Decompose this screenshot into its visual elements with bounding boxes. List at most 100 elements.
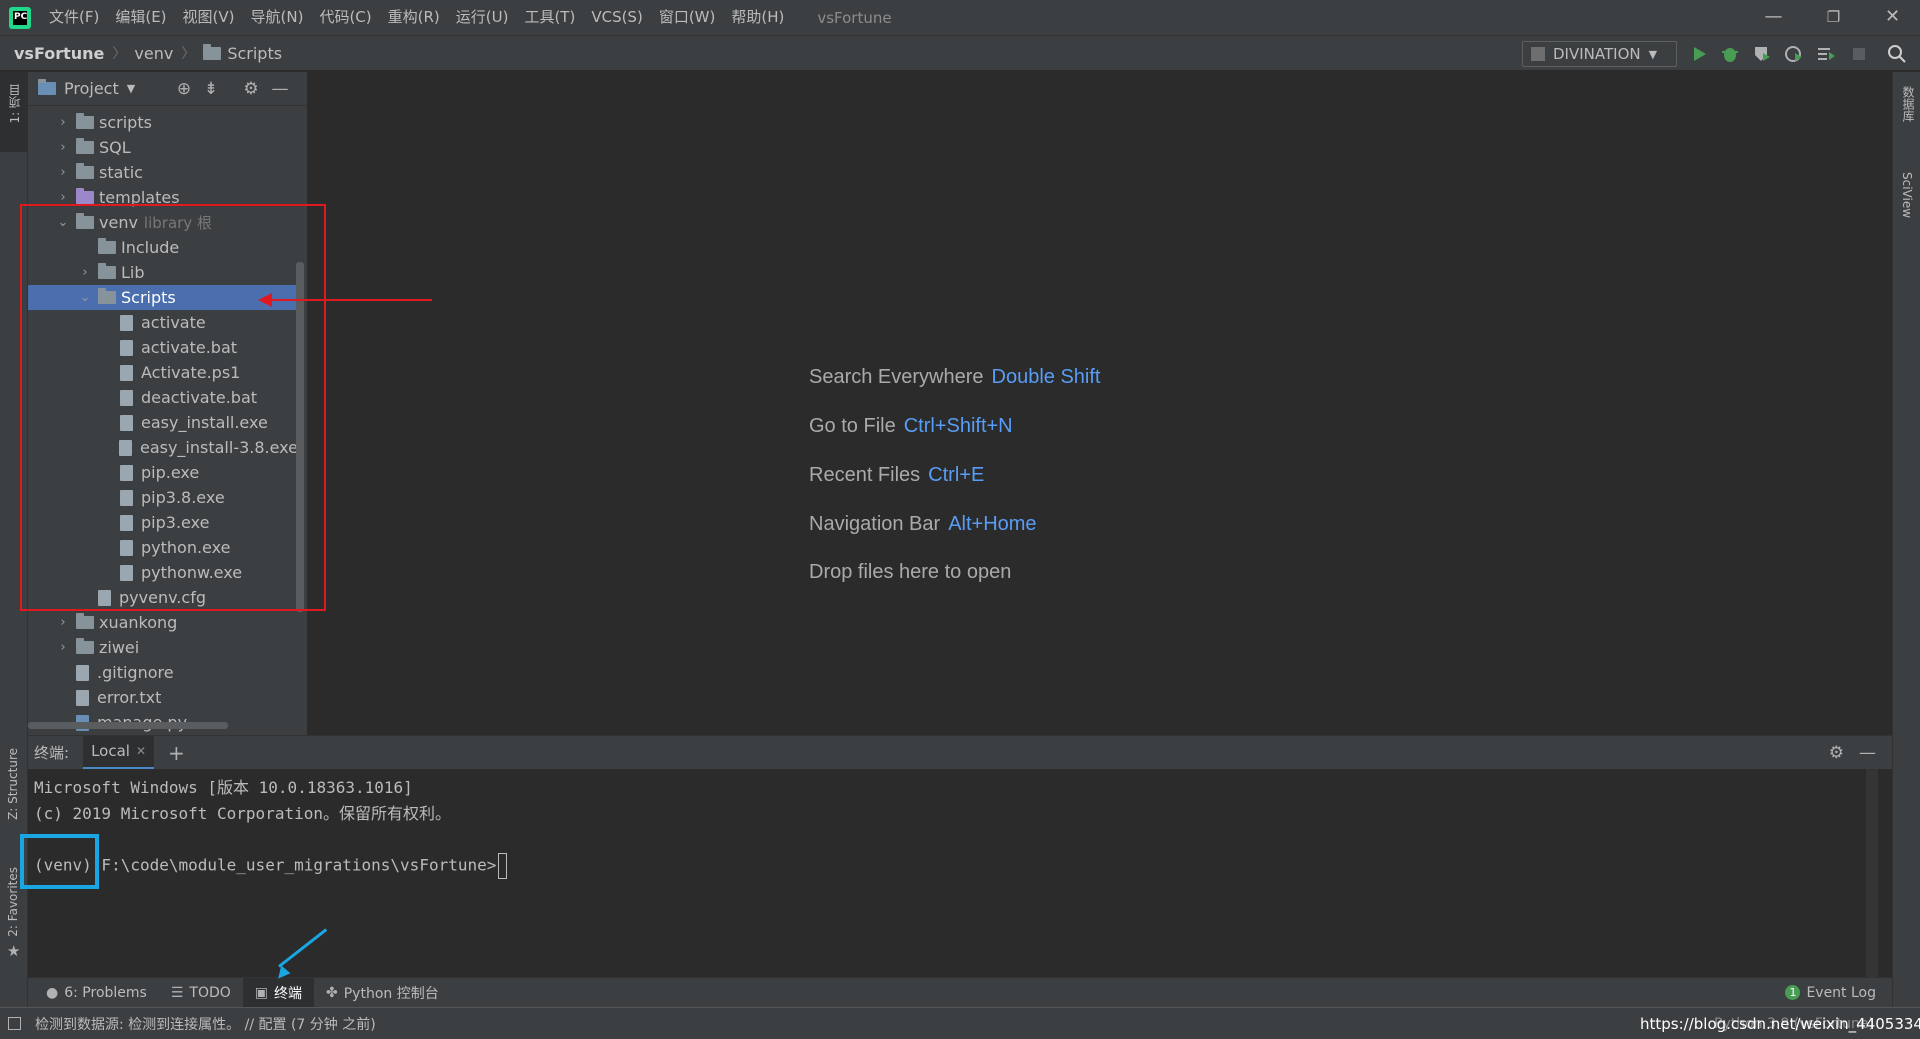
chevron-right-icon[interactable]: › <box>56 640 70 655</box>
favorites-tool-label[interactable]: 2: Favorites <box>6 867 20 937</box>
chevron-right-icon[interactable]: › <box>56 190 70 205</box>
sciview-tool-label[interactable]: SciView <box>1900 172 1914 218</box>
close-icon[interactable]: ✕ <box>1865 0 1920 35</box>
tree-item-label: scripts <box>99 113 152 132</box>
breadcrumb-separator: 〉 <box>112 46 127 62</box>
tool-window-tabs: ● 6: Problems ☰ TODO ▣ 终端 ✤ Python 控制台 1 Eve… <box>28 977 1892 1008</box>
menu-navigate[interactable]: 导航(N) <box>243 0 312 35</box>
chevron-right-icon[interactable]: › <box>56 165 70 180</box>
chevron-down-icon: ▼ <box>1648 47 1658 61</box>
folder-icon <box>76 188 94 204</box>
menu-file[interactable]: 文件(F) <box>41 0 107 35</box>
folder-icon <box>76 163 94 179</box>
tab-label: Python 控制台 <box>343 985 439 1002</box>
project-tool-button[interactable]: 1: 项目 <box>0 72 28 152</box>
folder-icon <box>203 43 222 60</box>
annotation-red-arrowhead <box>258 293 272 307</box>
menu-window[interactable]: 窗口(W) <box>651 0 724 35</box>
run-config-select[interactable]: DIVINATION ▼ <box>1522 41 1677 67</box>
event-count-badge: 1 <box>1785 985 1801 1000</box>
run-icon[interactable] <box>1688 43 1710 65</box>
breadcrumb-separator: 〉 <box>181 46 196 62</box>
pycharm-logo-icon: PC <box>9 6 31 29</box>
project-view-icon <box>38 79 56 95</box>
menu-code[interactable]: 代码(C) <box>311 0 379 35</box>
hide-panel-icon[interactable]: — <box>1859 743 1876 763</box>
menu-run[interactable]: 运行(U) <box>448 0 517 35</box>
tree-item-static[interactable]: › static <box>28 160 298 185</box>
chevron-right-icon[interactable]: › <box>56 615 70 630</box>
file-icon <box>76 689 89 706</box>
run-config-label: DIVINATION <box>1553 45 1641 63</box>
chevron-right-icon[interactable]: › <box>56 140 70 155</box>
django-icon <box>1531 47 1545 61</box>
folder-icon <box>76 638 94 654</box>
hint-navigation-bar: Navigation Bar Alt+Home <box>809 513 1037 536</box>
menu-help[interactable]: 帮助(H) <box>723 0 792 35</box>
run-concurrency-icon[interactable] <box>1815 43 1837 65</box>
tree-item-gitignore[interactable]: .gitignore <box>28 660 298 685</box>
tab-event-log[interactable]: 1 Event Log <box>1773 978 1888 1008</box>
structure-tool-label[interactable]: Z: Structure <box>6 748 20 820</box>
hint-shortcut: Ctrl+Shift+N <box>903 415 1013 437</box>
status-bar: 检测到数据源: 检测到连接属性。 // 配置 (7 分钟 之前) Python … <box>0 1007 1920 1039</box>
hide-panel-icon[interactable]: — <box>270 79 290 99</box>
terminal-tab-local[interactable]: Local ✕ <box>83 735 155 770</box>
menu-view[interactable]: 视图(V) <box>175 0 243 35</box>
debug-icon[interactable] <box>1719 43 1741 65</box>
hint-drop-files: Drop files here to open <box>809 561 1011 584</box>
breadcrumb-scripts[interactable]: Scripts <box>227 44 282 63</box>
breadcrumb-project[interactable]: vsFortune <box>14 44 104 63</box>
tree-item-label: ziwei <box>99 638 140 657</box>
tree-item-xuankong[interactable]: › xuankong <box>28 610 298 635</box>
chevron-down-icon[interactable]: ▼ <box>127 82 135 95</box>
python-icon: ✤ <box>326 984 338 1001</box>
terminal-line: Microsoft Windows [版本 10.0.18363.1016] <box>34 778 413 797</box>
tab-terminal[interactable]: ▣ 终端 <box>242 977 314 1008</box>
horizontal-scrollbar[interactable] <box>28 722 228 729</box>
collapse-all-icon[interactable]: ⇟ <box>201 79 221 99</box>
file-icon <box>76 664 89 681</box>
hint-shortcut: Ctrl+E <box>928 464 985 486</box>
close-tab-icon[interactable]: ✕ <box>136 744 146 758</box>
tree-item-scripts[interactable]: › scripts <box>28 110 298 135</box>
hint-text: Recent Files <box>809 464 921 486</box>
annotation-red-arrow <box>270 299 432 301</box>
toggle-tool-windows-icon[interactable] <box>8 1017 21 1030</box>
profile-icon[interactable] <box>1783 43 1805 65</box>
terminal-scrollbar[interactable] <box>1866 769 1878 977</box>
restore-icon[interactable]: ❐ <box>1806 0 1861 35</box>
chevron-right-icon[interactable]: › <box>56 115 70 130</box>
tab-problems[interactable]: ● 6: Problems <box>34 978 159 1008</box>
gear-icon[interactable]: ⚙ <box>241 79 261 99</box>
gear-icon[interactable]: ⚙ <box>1829 743 1844 763</box>
tab-label: 6: Problems <box>64 984 147 1001</box>
hint-text: Search Everywhere <box>809 366 984 388</box>
tab-todo[interactable]: ☰ TODO <box>159 978 243 1008</box>
tree-item-ziwei[interactable]: › ziwei <box>28 635 298 660</box>
menu-tools[interactable]: 工具(T) <box>516 0 583 35</box>
tree-item-error-txt[interactable]: error.txt <box>28 685 298 710</box>
tree-item-sql[interactable]: › SQL <box>28 135 298 160</box>
new-tab-icon[interactable]: + <box>168 741 185 765</box>
locate-icon[interactable]: ⊕ <box>174 79 194 99</box>
database-tool-label[interactable]: 数据库 <box>1900 86 1917 122</box>
menu-refactor[interactable]: 重构(R) <box>380 0 448 35</box>
status-message[interactable]: 检测到数据源: 检测到连接属性。 // 配置 (7 分钟 之前) <box>35 1014 376 1034</box>
tab-python-console[interactable]: ✤ Python 控制台 <box>314 978 451 1008</box>
search-icon[interactable] <box>1886 43 1908 65</box>
menu-edit[interactable]: 编辑(E) <box>107 0 174 35</box>
info-icon: ● <box>46 984 59 1001</box>
stop-icon[interactable] <box>1848 43 1870 65</box>
hint-recent-files: Recent Files Ctrl+E <box>809 464 984 487</box>
project-tool-label: 1: 项目 <box>8 84 22 124</box>
project-view-select[interactable]: Project <box>64 79 119 98</box>
tree-item-label: .gitignore <box>97 663 174 682</box>
coverage-icon[interactable] <box>1751 43 1773 65</box>
breadcrumb-venv[interactable]: venv <box>134 44 173 63</box>
menu-bar: PC 文件(F) 编辑(E) 视图(V) 导航(N) 代码(C) 重构(R) 运… <box>0 0 1920 35</box>
minimize-icon[interactable]: — <box>1746 0 1801 35</box>
menu-vcs[interactable]: VCS(S) <box>583 0 650 35</box>
terminal-line: (c) 2019 Microsoft Corporation。保留所有权利。 <box>34 804 451 823</box>
star-icon: ★ <box>7 942 21 960</box>
